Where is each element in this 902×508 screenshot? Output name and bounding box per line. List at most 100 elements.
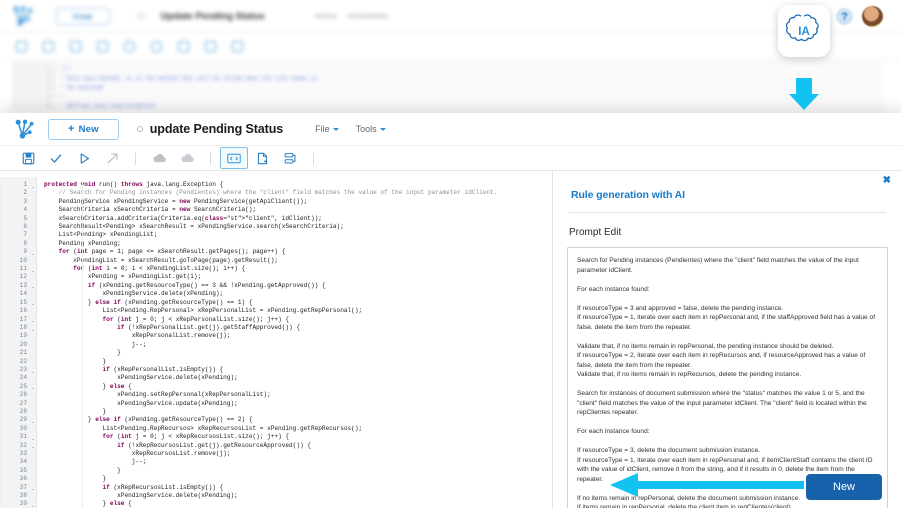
line-number: 15-: [19, 298, 35, 309]
window-body: 1-2 3 4 5 6 7 8 9-10 11-12 13-14 15-16 17-18-19 20 21…: [0, 171, 902, 508]
background-code-editor: 1 2 3 4 5 /** * Rule main method. It is …: [12, 62, 882, 110]
line-number: 23-: [19, 365, 35, 376]
code-line[interactable]: } else {: [44, 383, 552, 391]
unsaved-indicator-dot: [136, 126, 143, 132]
line-number: 39-: [0, 500, 36, 508]
code-editor[interactable]: 1-2 3 4 5 6 7 8 9-10 11-12 13-14 15-16 17-18-19 20 21…: [0, 171, 553, 508]
code-line[interactable]: xRepRecursosList.remove(j);: [44, 450, 552, 458]
code-line[interactable]: xPendingService.delete(xPending);: [44, 290, 552, 298]
menu-tools[interactable]: Tools: [356, 124, 386, 134]
line-number: 28: [19, 407, 27, 415]
code-view-icon[interactable]: [220, 147, 248, 169]
save-icon[interactable]: [14, 147, 42, 169]
prompt-input[interactable]: Search for Pending instances (Pendientes…: [567, 247, 888, 508]
window-header: + New update Pending Status File Tools: [0, 113, 902, 145]
line-number: 38: [19, 492, 27, 500]
genexus-logo: [12, 6, 34, 26]
line-number: 21: [19, 349, 27, 357]
export-icon[interactable]: [98, 147, 126, 169]
fold-toggle-icon[interactable]: -: [31, 503, 34, 508]
background-menu-archivo[interactable]: Archivo: [315, 13, 338, 20]
code-line[interactable]: if (xRepPersonalList.isEmpty()) {: [44, 366, 552, 374]
background-document-icon[interactable]: [205, 40, 216, 52]
code-line[interactable]: xSearchCriteria.addCriteria(Criteria.eq(…: [44, 215, 552, 223]
code-line[interactable]: }: [44, 475, 552, 483]
background-deploy-icon[interactable]: [232, 40, 243, 52]
code-line[interactable]: xPendingService.update(xPending);: [44, 400, 552, 408]
background-run-icon[interactable]: [70, 40, 81, 52]
code-line[interactable]: xPending = xPendingList.get(i);: [44, 273, 552, 281]
code-line[interactable]: xPendingService.delete(xPending);: [44, 374, 552, 382]
user-avatar[interactable]: [862, 6, 883, 27]
code-line[interactable]: } else if (xPending.getResourceType() ==…: [44, 416, 552, 424]
code-line[interactable]: for (int j = 0; j < xRepPersonalList.siz…: [44, 316, 552, 324]
code-line[interactable]: SearchCriteria xSearchCriteria = new Sea…: [44, 206, 552, 214]
background-cloud-upload-icon[interactable]: [151, 40, 162, 52]
background-check-icon[interactable]: [43, 40, 54, 52]
code-line[interactable]: }: [44, 358, 552, 366]
line-number: 1-: [23, 181, 35, 191]
code-line[interactable]: xRepPersonalList.remove(j);: [44, 332, 552, 340]
menu-file[interactable]: File: [315, 124, 339, 134]
code-line[interactable]: j--;: [44, 341, 552, 349]
line-number: 32-: [19, 441, 35, 452]
code-line[interactable]: Pending xPending;: [44, 240, 552, 248]
cloud-download-icon[interactable]: [145, 147, 173, 169]
generate-new-rule-button[interactable]: New: [806, 474, 883, 500]
code-line[interactable]: if (!xRepRecursosList.get(j).getResource…: [44, 442, 552, 450]
code-line[interactable]: List<Pending.RepRecursos> xRepRecursosLi…: [44, 425, 552, 433]
code-line[interactable]: for (int page = 1; page <= xSearchResult…: [44, 248, 552, 256]
background-line-number: 4: [46, 93, 50, 100]
new-object-button[interactable]: + New: [48, 118, 119, 140]
code-line[interactable]: xPendingList = xSearchResult.goToPage(pa…: [44, 257, 552, 265]
genexus-logo[interactable]: [14, 119, 36, 139]
code-line[interactable]: if (xPending.getResourceType() == 3 && !…: [44, 282, 552, 290]
code-line[interactable]: for (int j = 0; j < xRepRecursosList.siz…: [44, 433, 552, 441]
code-line[interactable]: List<Pending> xPendingList;: [44, 231, 552, 239]
background-new-button[interactable]: Crear: [56, 7, 110, 25]
deploy-icon[interactable]: [276, 147, 304, 169]
line-number: 31-: [19, 433, 35, 443]
code-line[interactable]: } else if (xPending.getResourceType() ==…: [44, 299, 552, 307]
code-line[interactable]: if (xRepRecursosList.isEmpty()) {: [44, 484, 552, 492]
code-line[interactable]: // Search for Pending instances (Pendien…: [44, 189, 552, 197]
run-icon[interactable]: [70, 147, 98, 169]
code-line[interactable]: protected void run() throws java.lang.Ex…: [44, 181, 552, 189]
help-icon[interactable]: ?: [836, 8, 853, 25]
menu-tools-label: Tools: [355, 124, 377, 134]
toolbar-separator: [210, 151, 211, 165]
line-number: 9-: [23, 248, 35, 258]
code-lines-column[interactable]: protected void run() throws java.lang.Ex…: [37, 177, 552, 508]
background-export-icon[interactable]: [97, 40, 108, 52]
code-line[interactable]: } else {: [44, 500, 552, 508]
background-menu-herramientas[interactable]: Herramientas: [347, 13, 388, 20]
code-line[interactable]: }: [44, 349, 552, 357]
code-line[interactable]: List<Pending.RepPersonal> xRepPersonalLi…: [44, 307, 552, 315]
line-number: 16: [19, 307, 27, 315]
prompt-edit-label: Prompt Edit: [569, 227, 622, 238]
background-code-line: * @throws java.lang.Exception: [61, 102, 155, 109]
code-line[interactable]: for (int i = 0; i < xPendingList.size();…: [44, 265, 552, 273]
ia-assistant-badge[interactable]: IA: [778, 5, 830, 57]
line-number: 10: [19, 256, 27, 264]
code-line[interactable]: SearchResult<Pending> xSearchResult = xP…: [44, 223, 552, 231]
background-save-icon[interactable]: [16, 40, 27, 52]
code-line[interactable]: if (!xRepPersonalList.get(j).getStaffApp…: [44, 324, 552, 332]
code-line[interactable]: xPendingService.delete(xPending);: [44, 492, 552, 500]
cloud-upload-icon[interactable]: [173, 147, 201, 169]
menu-file-label: File: [315, 124, 330, 134]
code-line[interactable]: }: [44, 467, 552, 475]
code-line[interactable]: xPending.setRepPersonal(xRepPersonalList…: [44, 391, 552, 399]
document-icon[interactable]: [248, 147, 276, 169]
line-number: 3: [23, 197, 27, 205]
check-icon[interactable]: [42, 147, 70, 169]
toolbar-separator: [135, 151, 136, 165]
line-number: 29-: [19, 416, 35, 426]
new-object-label: New: [78, 123, 99, 135]
close-icon[interactable]: ✖: [883, 176, 891, 186]
background-cloud-download-icon[interactable]: [124, 40, 135, 52]
background-code-view-icon[interactable]: [178, 40, 189, 52]
code-line[interactable]: j--;: [44, 458, 552, 466]
code-line[interactable]: PendingService xPendingService = new Pen…: [44, 198, 552, 206]
code-line[interactable]: }: [44, 408, 552, 416]
